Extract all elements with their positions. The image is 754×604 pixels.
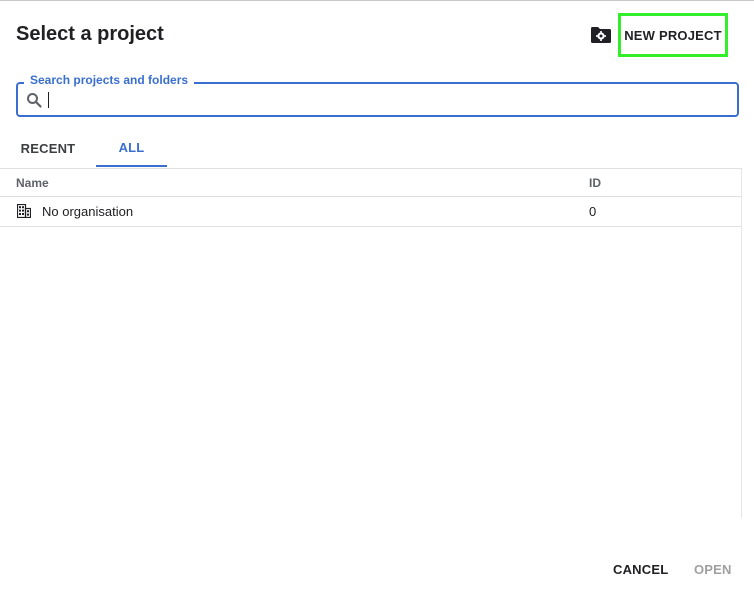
search-input[interactable] bbox=[46, 88, 730, 114]
new-project-button[interactable]: NEW PROJECT bbox=[618, 13, 728, 57]
cancel-button[interactable]: CANCEL bbox=[613, 562, 668, 577]
select-project-dialog: Select a project NEW PROJECT Search proj… bbox=[0, 0, 754, 604]
text-cursor bbox=[48, 92, 49, 108]
tab-all[interactable]: ALL bbox=[96, 129, 167, 167]
row-name: No organisation bbox=[42, 204, 134, 219]
folder-gear-icon-svg bbox=[591, 27, 611, 43]
tab-recent[interactable]: RECENT bbox=[0, 129, 96, 167]
folder-gear-icon[interactable] bbox=[590, 26, 612, 44]
search-field[interactable] bbox=[16, 82, 739, 117]
table-row[interactable]: No organisation 0 bbox=[0, 197, 741, 227]
tab-bar: RECENT ALL bbox=[0, 129, 754, 169]
table-header: Name ID bbox=[0, 168, 741, 197]
search-label: Search projects and folders bbox=[24, 73, 195, 87]
scrollbar[interactable] bbox=[741, 168, 754, 518]
search-icon bbox=[26, 92, 42, 108]
row-id: 0 bbox=[589, 204, 597, 219]
open-button[interactable]: OPEN bbox=[694, 562, 732, 577]
column-header-id[interactable]: ID bbox=[589, 176, 601, 190]
dialog-title: Select a project bbox=[16, 23, 164, 45]
column-header-name[interactable]: Name bbox=[16, 176, 49, 190]
projects-table: Name ID No organisation 0 bbox=[0, 168, 741, 227]
organisation-icon bbox=[16, 203, 32, 219]
